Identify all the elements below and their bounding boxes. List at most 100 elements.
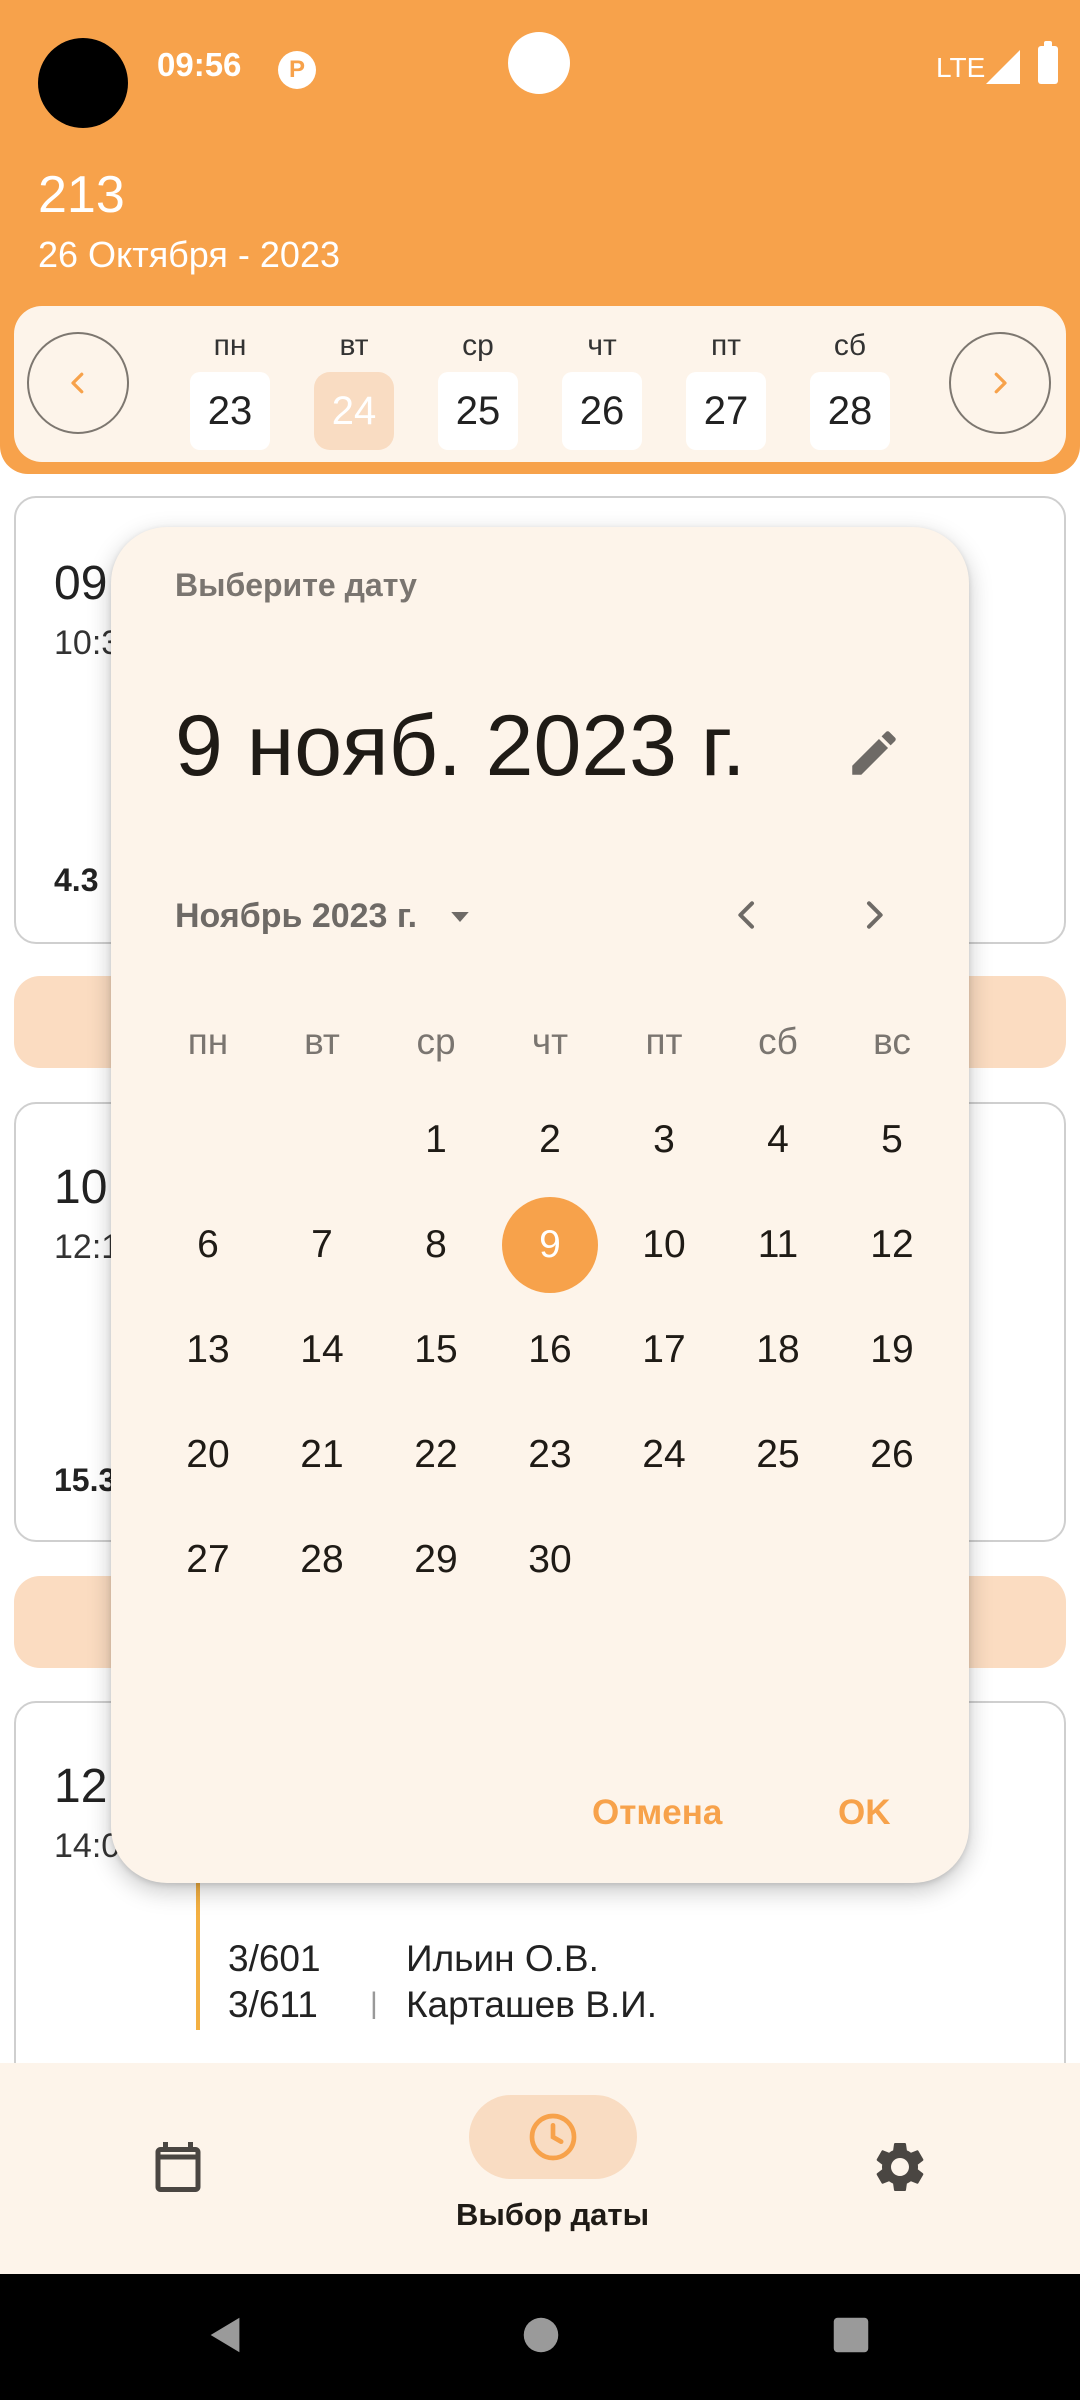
calendar-day[interactable]: 14	[265, 1297, 379, 1402]
chevron-left-icon	[738, 901, 754, 929]
calendar-week-row: 6 7 8 9 10 11 12	[151, 1192, 951, 1297]
calendar-day[interactable]: 21	[265, 1402, 379, 1507]
week-day-label: пт	[711, 329, 741, 362]
nav-calendar[interactable]	[148, 2137, 208, 2197]
calendar-day[interactable]: 22	[379, 1402, 493, 1507]
calendar-day-number: 2	[539, 1117, 561, 1161]
calendar-day-number: 6	[197, 1222, 219, 1266]
calendar-day[interactable]: 27	[151, 1507, 265, 1612]
calendar-day[interactable]: 20	[151, 1402, 265, 1507]
week-day-number: 23	[190, 372, 270, 450]
week-day-label: вт	[339, 329, 369, 362]
nav-date-select[interactable]: Выбор даты	[456, 2095, 649, 2233]
calendar-day-number: 22	[414, 1432, 458, 1476]
calendar-day[interactable]: 29	[379, 1507, 493, 1612]
calendar-day[interactable]: 23	[493, 1402, 607, 1507]
battery-icon	[1038, 41, 1058, 84]
week-day-sat[interactable]: сб 28	[810, 326, 890, 450]
front-camera-cutout	[508, 32, 570, 94]
calendar-day[interactable]: 8	[379, 1192, 493, 1297]
prev-week-button[interactable]	[27, 332, 129, 434]
calendar-day-number: 3	[653, 1117, 675, 1161]
status-time: 09:56	[157, 46, 242, 83]
notification-app-icon: P	[278, 51, 316, 89]
back-icon[interactable]	[203, 2312, 249, 2358]
calendar-day[interactable]: 17	[607, 1297, 721, 1402]
calendar-day-number: 5	[881, 1117, 903, 1161]
calendar-day[interactable]: 16	[493, 1297, 607, 1402]
prev-month-button[interactable]	[717, 885, 777, 945]
week-day-label: сб	[833, 329, 867, 362]
calendar-days: 1 2 3 4 5 6 7 8 9 10 11 12 13 14 15 16 17 18 19 20 21 22 23 24 2…	[151, 1087, 951, 1612]
week-day-label: ср	[462, 329, 494, 362]
week-strip: пн 23 вт 24 ср 25 чт 26 пт 27 сб 28	[14, 306, 1066, 462]
month-year-selector[interactable]: Ноябрь 2023 г.	[175, 897, 475, 936]
calendar-week-row: 1 2 3 4 5	[151, 1087, 951, 1192]
lesson-room-code: 3/601	[228, 1938, 321, 1979]
calendar-day[interactable]: 18	[721, 1297, 835, 1402]
calendar-day[interactable]: 10	[607, 1192, 721, 1297]
calendar-day[interactable]: 15	[379, 1297, 493, 1402]
calendar-day-number: 23	[528, 1432, 572, 1476]
calendar-empty-cell	[607, 1507, 721, 1612]
calendar-day[interactable]: 11	[721, 1192, 835, 1297]
calendar-day[interactable]: 25	[721, 1402, 835, 1507]
calendar-empty-cell	[721, 1507, 835, 1612]
calendar-day[interactable]: 1	[379, 1087, 493, 1192]
chevron-left-icon	[71, 372, 84, 394]
calendar-day[interactable]: 4	[721, 1087, 835, 1192]
calendar-day-number: 24	[642, 1432, 686, 1476]
calendar-day[interactable]: 7	[265, 1192, 379, 1297]
network-type: LTE	[936, 52, 986, 83]
edit-pencil-icon[interactable]	[845, 724, 903, 782]
calendar-day[interactable]: 24	[607, 1402, 721, 1507]
dropdown-arrow-icon	[451, 911, 469, 922]
calendar-day[interactable]: 13	[151, 1297, 265, 1402]
calendar-day[interactable]: 6	[151, 1192, 265, 1297]
nav-active-indicator	[468, 2095, 637, 2179]
calendar-day-number: 17	[642, 1327, 686, 1371]
calendar-day[interactable]: 12	[835, 1192, 949, 1297]
calendar-day-number: 20	[186, 1432, 230, 1476]
lesson-start-time: 09	[54, 557, 108, 610]
recents-icon[interactable]	[828, 2312, 874, 2358]
calendar-day[interactable]: 28	[265, 1507, 379, 1612]
nav-settings[interactable]	[870, 2137, 930, 2197]
calendar-day-number: 7	[311, 1222, 333, 1266]
next-month-button[interactable]	[844, 885, 904, 945]
home-icon[interactable]	[518, 2312, 564, 2358]
calendar-day-number: 21	[300, 1432, 344, 1476]
week-day-fri[interactable]: пт 27	[686, 326, 766, 450]
cancel-button[interactable]: Отмена	[592, 1793, 722, 1833]
calendar-week-row: 13 14 15 16 17 18 19	[151, 1297, 951, 1402]
week-day-thu[interactable]: чт 26	[562, 326, 642, 450]
chevron-right-icon	[994, 372, 1007, 394]
group-title: 213	[38, 166, 125, 224]
calendar-day[interactable]: 3	[607, 1087, 721, 1192]
week-day-wed[interactable]: ср 25	[438, 326, 518, 450]
calendar-day[interactable]: 19	[835, 1297, 949, 1402]
calendar-day[interactable]: 2	[493, 1087, 607, 1192]
calendar-day-number: 12	[870, 1222, 914, 1266]
calendar-day-selected[interactable]: 9	[493, 1192, 607, 1297]
lesson-teacher: Карташев В.И.	[406, 1984, 658, 2025]
calendar-day[interactable]: 5	[835, 1087, 949, 1192]
weekday-header-row: пн вт ср чт пт сб вс	[151, 997, 951, 1087]
calendar-day[interactable]: 30	[493, 1507, 607, 1612]
week-day-mon[interactable]: пн 23	[190, 326, 270, 450]
lesson-start-time: 12	[54, 1760, 108, 1813]
date-picker-dialog: Выберите дату 9 нояб. 2023 г. Ноябрь 202…	[111, 527, 969, 1883]
selected-date-headline: 9 нояб. 2023 г.	[175, 698, 746, 794]
calendar-day-number: 27	[186, 1537, 230, 1581]
lesson-room: 4.3	[54, 862, 99, 898]
lesson-separator: |	[370, 1987, 378, 2020]
dialog-heading: Выберите дату	[175, 567, 417, 603]
next-week-button[interactable]	[949, 332, 1051, 434]
ok-button[interactable]: OK	[838, 1793, 891, 1833]
month-year-label: Ноябрь 2023 г.	[175, 897, 418, 935]
calendar-day-number: 28	[300, 1537, 344, 1581]
week-day-tue[interactable]: вт 24	[314, 326, 394, 450]
lesson-room: 15.3	[54, 1462, 117, 1498]
week-day-number: 25	[438, 372, 518, 450]
calendar-day[interactable]: 26	[835, 1402, 949, 1507]
